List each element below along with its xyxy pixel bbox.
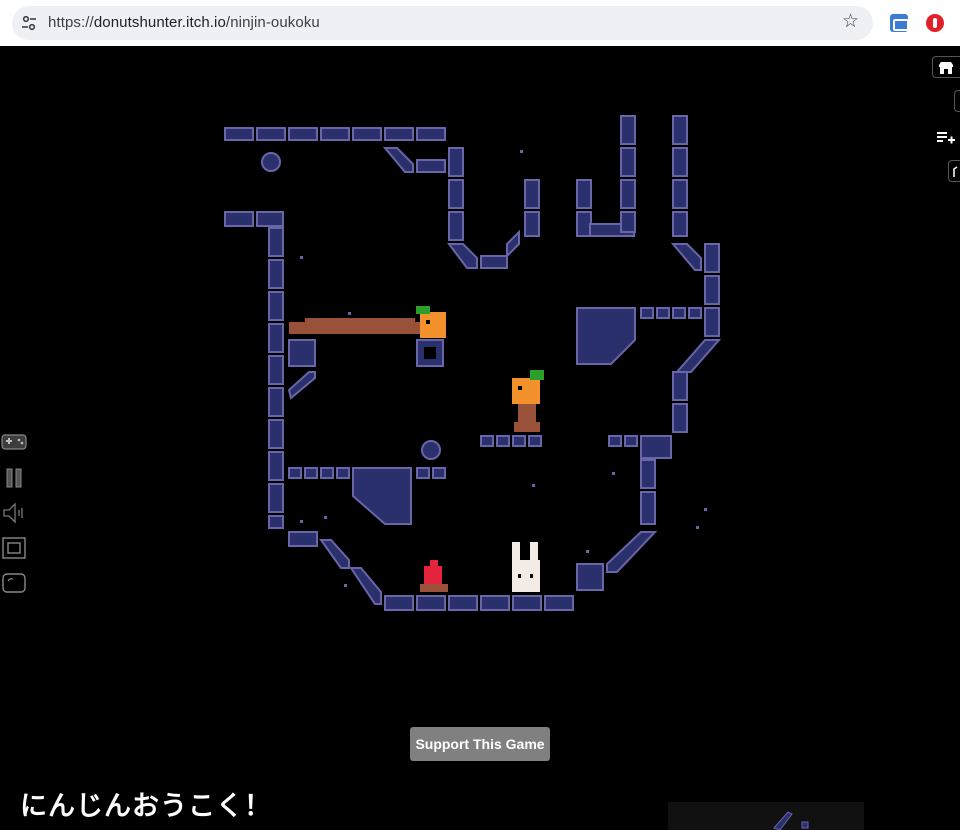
- itch-store-button[interactable]: [932, 56, 960, 78]
- fullscreen-icon[interactable]: [0, 534, 28, 562]
- pause-icon[interactable]: [0, 464, 28, 492]
- support-game-button[interactable]: Support This Game: [410, 727, 550, 761]
- add-to-collection-button[interactable]: [932, 126, 960, 148]
- url-host: donutshunter.itch.io: [93, 14, 226, 31]
- url-path: /ninjin-oukoku: [225, 14, 320, 31]
- thumbnail-preview: [773, 811, 809, 830]
- game-canvas[interactable]: [0, 46, 960, 830]
- level-walls: [224, 115, 722, 611]
- collapse-button[interactable]: [954, 90, 960, 112]
- carrot-character: [512, 370, 544, 432]
- tune-icon[interactable]: [21, 15, 37, 31]
- share-button[interactable]: [948, 160, 960, 182]
- rabbit-player: [512, 542, 540, 592]
- screenshot-icon[interactable]: [0, 569, 28, 597]
- url-scheme: https://: [48, 14, 94, 31]
- screen-extension-icon[interactable]: [890, 14, 909, 32]
- browser-toolbar: https://donutshunter.itch.io/ninjin-ouko…: [0, 0, 960, 46]
- gamepad-icon[interactable]: [0, 428, 28, 456]
- campfire: [420, 560, 448, 592]
- game-title: にんじんおうこく！: [20, 791, 272, 822]
- block-hole: [424, 347, 436, 359]
- address-bar[interactable]: https://donutshunter.itch.io/ninjin-ouko…: [12, 6, 873, 40]
- wooden-platform: [289, 318, 421, 334]
- screenshot-thumbnail[interactable]: [668, 802, 864, 830]
- itch-store-icon: [939, 62, 953, 74]
- carrot-enemy-top: [416, 306, 446, 338]
- volume-icon[interactable]: [0, 499, 28, 527]
- game-scene: [224, 115, 722, 611]
- adblock-extension-icon[interactable]: [926, 14, 944, 32]
- share-icon: [953, 166, 958, 177]
- star-icon[interactable]: ☆: [842, 12, 859, 32]
- url-text[interactable]: https://donutshunter.itch.io/ninjin-ouko…: [48, 14, 320, 31]
- add-to-collection-icon: [937, 132, 955, 144]
